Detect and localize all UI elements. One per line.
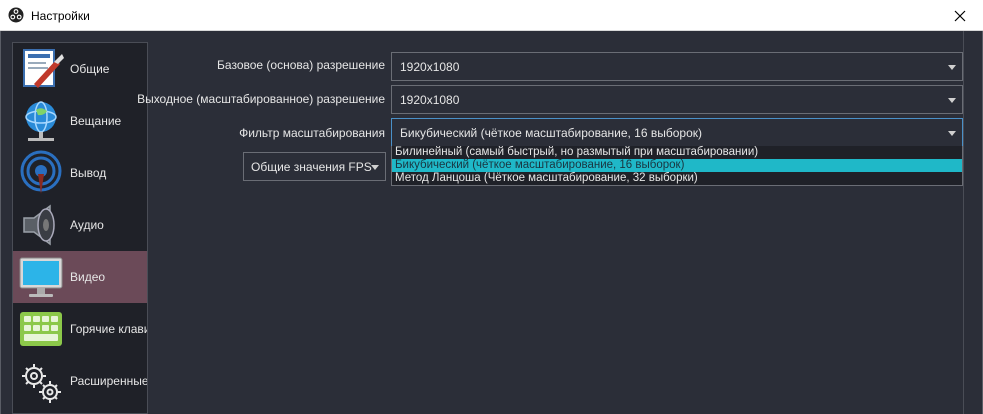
chevron-down-icon [371, 165, 379, 170]
speaker-icon [23, 204, 55, 246]
sidebar-item-label: Общие [70, 62, 110, 76]
output-resolution-label: Выходное (масштабированное) разрешение [137, 92, 385, 106]
scale-filter-combo[interactable]: Бикубический (чёткое масштабирование, 16… [391, 118, 963, 147]
fps-type-value: Общие значения FPS [251, 159, 372, 174]
chevron-down-icon [948, 65, 956, 70]
general-settings-icon [23, 49, 64, 88]
scale-filter-value: Бикубический (чёткое масштабирование, 16… [400, 125, 702, 140]
sidebar-item-video[interactable]: Видео [13, 251, 147, 303]
content-divider [963, 31, 964, 414]
dropdown-option-bicubic[interactable]: Бикубический (чёткое масштабирование, 16… [392, 159, 962, 172]
sidebar-item-label: Аудио [70, 218, 104, 232]
dropdown-option-lanczos[interactable]: Метод Ланцоша (Чёткое масштабирование, 3… [392, 172, 962, 185]
title-bar: Настройки [0, 0, 983, 31]
chevron-down-icon [948, 131, 956, 136]
base-resolution-value: 1920x1080 [400, 59, 460, 74]
sidebar-item-label: Вещание [70, 114, 122, 128]
sidebar-item-label: Горячие клави [70, 322, 148, 336]
base-resolution-combo[interactable]: 1920x1080 [391, 52, 963, 81]
scale-filter-label: Фильтр масштабирования [239, 126, 385, 140]
monitor-icon [19, 257, 63, 297]
settings-window: Общие Вещание Вывод Аудио Видео Горячие … [0, 31, 983, 414]
window-title: Настройки [31, 9, 90, 23]
sidebar-item-output[interactable]: Вывод [13, 147, 147, 199]
dropdown-option-bilinear[interactable]: Билинейный (самый быстрый, но размытый п… [392, 146, 962, 159]
scale-filter-dropdown-list: Билинейный (самый быстрый, но размытый п… [391, 146, 963, 186]
fps-type-combo[interactable]: Общие значения FPS [243, 152, 386, 181]
sidebar-item-label: Видео [70, 270, 106, 284]
sidebar-item-label: Расширенные [70, 374, 148, 388]
close-button[interactable] [937, 0, 983, 31]
sidebar-item-advanced[interactable]: Расширенные [13, 355, 147, 407]
obs-app-icon [8, 7, 24, 23]
output-resolution-value: 1920x1080 [400, 92, 460, 107]
keyboard-icon [20, 312, 62, 346]
close-icon [954, 10, 966, 21]
sidebar-item-audio[interactable]: Аудио [13, 199, 147, 251]
chevron-down-icon [948, 98, 956, 103]
output-resolution-combo[interactable]: 1920x1080 [391, 85, 963, 114]
sidebar-item-hotkeys[interactable]: Горячие клави [13, 303, 147, 355]
gears-icon [22, 364, 61, 403]
output-broadcast-icon [20, 150, 62, 194]
base-resolution-label: Базовое (основа) разрешение [217, 58, 385, 72]
sidebar-item-label: Вывод [70, 166, 107, 180]
stream-globe-icon [25, 101, 57, 141]
